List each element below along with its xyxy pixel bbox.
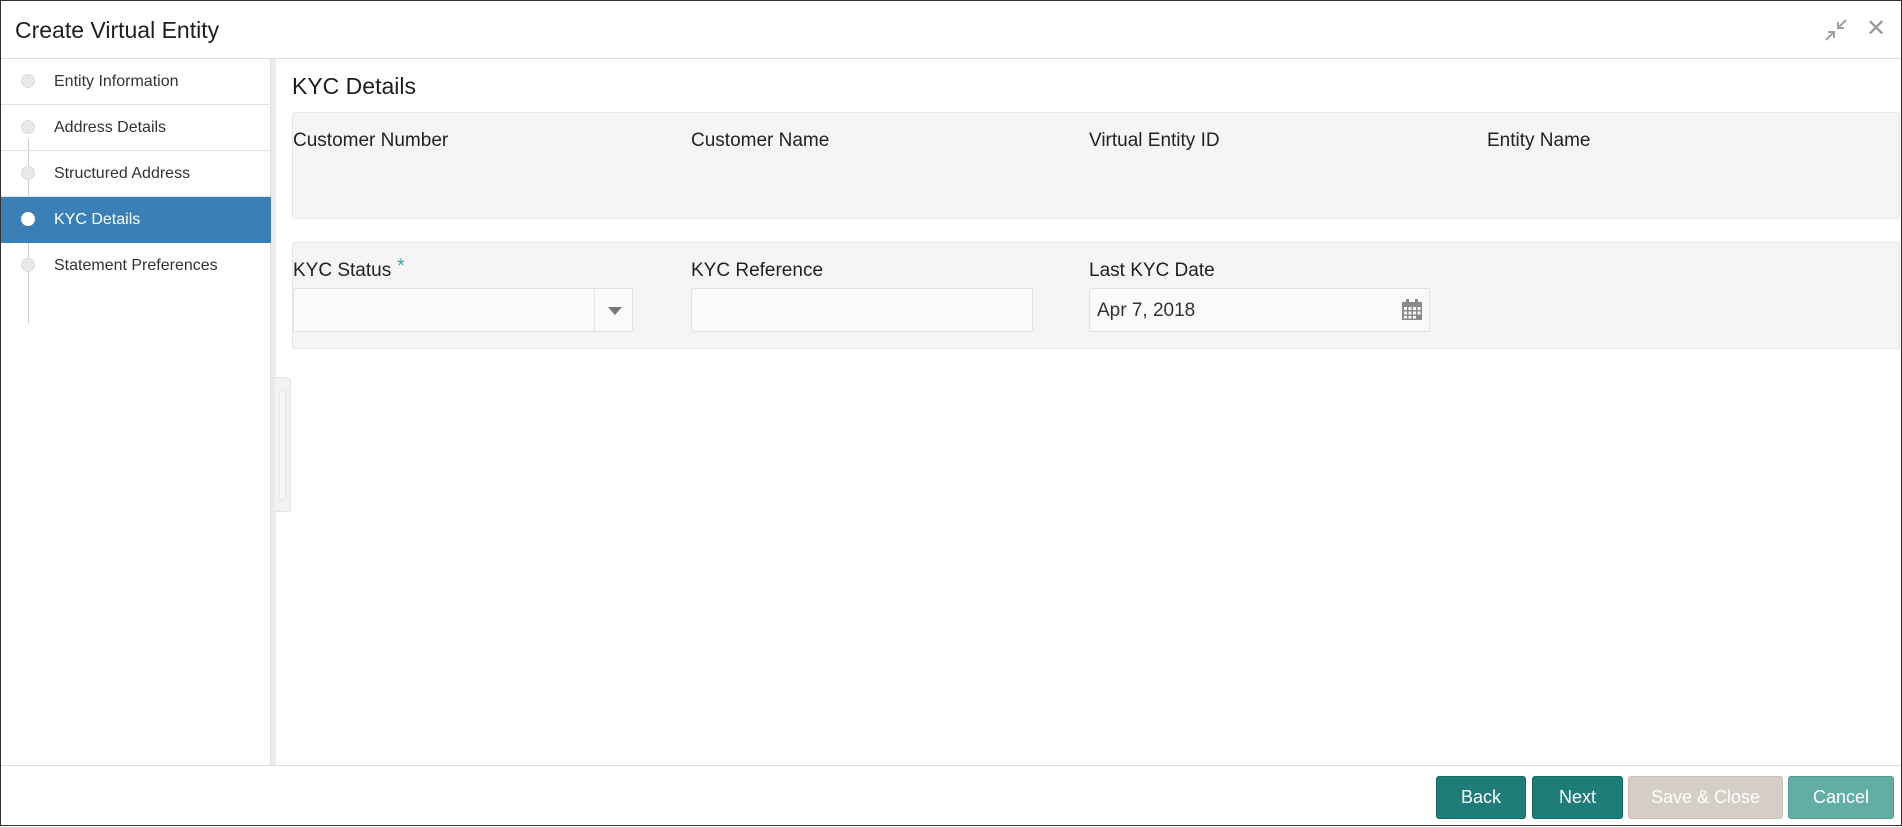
sidebar-item-label: Structured Address bbox=[54, 165, 191, 182]
kyc-status-label-text: KYC Status bbox=[293, 260, 392, 281]
next-button[interactable]: Next bbox=[1532, 776, 1623, 819]
sidebar-item-label: KYC Details bbox=[54, 211, 141, 228]
dropdown-toggle[interactable] bbox=[594, 289, 632, 331]
splitter-handle[interactable] bbox=[273, 377, 291, 512]
kyc-status-label: KYC Status * bbox=[293, 256, 405, 282]
save-and-close-button[interactable]: Save & Close bbox=[1628, 776, 1783, 819]
back-button[interactable]: Back bbox=[1436, 776, 1526, 819]
sidebar-item-kyc-details[interactable]: KYC Details bbox=[1, 197, 271, 243]
step-dot-icon bbox=[21, 120, 35, 134]
main-content: KYC Details Customer Number Customer Nam… bbox=[291, 59, 1901, 765]
sidebar-item-label: Entity Information bbox=[54, 73, 179, 90]
last-kyc-date-input[interactable]: Apr 7, 2018 bbox=[1089, 288, 1430, 332]
calendar-icon[interactable] bbox=[1401, 299, 1423, 321]
sidebar-item-label: Address Details bbox=[54, 119, 167, 136]
create-virtual-entity-dialog: Create Virtual Entity ✕ Entity Informati… bbox=[0, 0, 1902, 826]
sidebar-item-label: Statement Preferences bbox=[54, 257, 218, 274]
dialog-footer: Back Next Save & Close Cancel bbox=[1, 765, 1901, 827]
sidebar-item-entity-information[interactable]: Entity Information bbox=[1, 59, 271, 105]
step-dot-icon bbox=[21, 212, 35, 226]
dialog-title: Create Virtual Entity bbox=[15, 17, 220, 43]
entity-name-label: Entity Name bbox=[1487, 130, 1591, 151]
sidebar-item-structured-address[interactable]: Structured Address bbox=[1, 151, 271, 197]
step-dot-icon bbox=[21, 258, 35, 272]
kyc-form-panel: KYC Status * KYC Reference Last KYC Date … bbox=[292, 242, 1900, 349]
required-marker: * bbox=[397, 256, 405, 277]
splitter-grip bbox=[279, 390, 286, 500]
collapse-arrows-icon[interactable] bbox=[1823, 17, 1849, 43]
customer-number-label: Customer Number bbox=[293, 130, 449, 151]
sidebar-item-statement-preferences[interactable]: Statement Preferences bbox=[1, 243, 271, 289]
wizard-sidebar: Entity Information Address Details Struc… bbox=[1, 59, 271, 765]
kyc-reference-label: KYC Reference bbox=[691, 260, 824, 281]
last-kyc-date-value: Apr 7, 2018 bbox=[1097, 300, 1196, 321]
chevron-down-icon bbox=[608, 307, 622, 315]
kyc-status-select[interactable] bbox=[293, 288, 633, 332]
entity-info-panel: Customer Number Customer Name Virtual En… bbox=[292, 112, 1900, 219]
step-dot-icon bbox=[21, 74, 35, 88]
dialog-header: Create Virtual Entity ✕ bbox=[1, 1, 1901, 59]
last-kyc-date-label: Last KYC Date bbox=[1089, 260, 1215, 281]
cancel-button[interactable]: Cancel bbox=[1788, 776, 1894, 819]
close-icon[interactable]: ✕ bbox=[1863, 17, 1889, 43]
virtual-entity-id-label: Virtual Entity ID bbox=[1089, 130, 1220, 151]
kyc-reference-input[interactable] bbox=[691, 288, 1033, 332]
section-title: KYC Details bbox=[292, 73, 416, 99]
step-dot-icon bbox=[21, 166, 35, 180]
customer-name-label: Customer Name bbox=[691, 130, 830, 151]
sidebar-item-address-details[interactable]: Address Details bbox=[1, 105, 271, 151]
